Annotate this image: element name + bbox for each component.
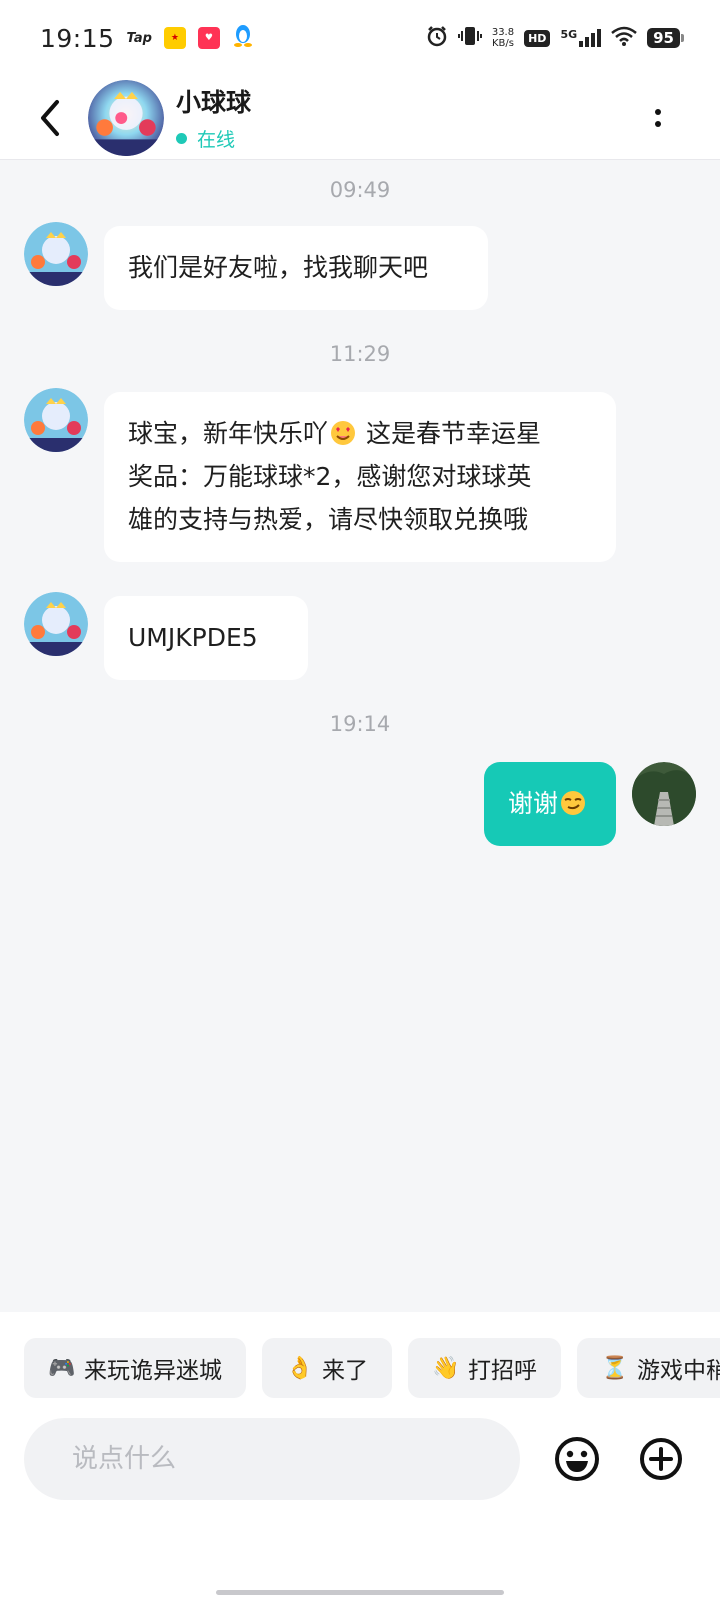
- app-notification-icon: ★: [163, 27, 186, 49]
- smiley-face-icon: [555, 1437, 599, 1481]
- more-options-button[interactable]: [636, 96, 680, 140]
- quick-reply-label: 来了: [322, 1358, 368, 1384]
- my-message-avatar[interactable]: [632, 762, 696, 826]
- cellular-signal: 5G: [560, 28, 602, 47]
- contact-info: 小球球 在线: [176, 83, 251, 152]
- message-bubble-received[interactable]: 我们是好友啦，找我聊天吧: [104, 226, 488, 310]
- gamepad-icon: 🎮: [48, 1355, 76, 1381]
- quick-reply-list[interactable]: 🎮 来玩诡异迷城 👌 来了 👋 打招呼 ⏳ 游戏中稍: [24, 1338, 720, 1398]
- ok-hand-icon: 👌: [286, 1355, 314, 1381]
- back-button[interactable]: [20, 88, 80, 148]
- more-dot-icon: [655, 121, 661, 127]
- chat-header: 小球球 在线: [0, 76, 720, 160]
- battery-indicator: 95: [647, 28, 684, 48]
- signal-bars-icon: [579, 29, 602, 47]
- quick-reply-chip[interactable]: ⏳ 游戏中稍: [577, 1338, 720, 1398]
- status-left: 19:15 Tap ★ ♥: [40, 24, 254, 53]
- message-text: 球宝，新年快乐吖: [128, 419, 329, 448]
- qq-penguin-icon: [232, 24, 254, 52]
- quick-reply-chip[interactable]: 👌 来了: [262, 1338, 392, 1398]
- message-timestamp: 09:49: [329, 178, 391, 202]
- alarm-icon: [426, 25, 448, 51]
- contact-name: 小球球: [176, 88, 252, 117]
- heart-eyes-emoji-icon: [330, 416, 356, 445]
- network-speed-value: 33.8: [491, 27, 515, 38]
- message-list[interactable]: 09:49 我们是好友啦，找我聊天吧 11:29 球宝，新年快乐吖 这是春节幸运…: [0, 160, 720, 1312]
- message-line: 球宝，新年快乐吖 这是春节幸运星: [128, 412, 592, 455]
- composer-panel: 🎮 来玩诡异迷城 👌 来了 👋 打招呼 ⏳ 游戏中稍: [0, 1312, 720, 1600]
- quick-reply-label: 游戏中稍: [637, 1358, 720, 1384]
- quick-reply-label: 打招呼: [468, 1358, 537, 1384]
- online-status-text: 在线: [197, 129, 236, 151]
- contact-message-avatar[interactable]: [24, 222, 88, 286]
- message-timestamp: 11:29: [329, 342, 391, 366]
- taptap-notification-icon: Tap: [126, 30, 152, 46]
- network-speed: 33.8 KB/s: [492, 27, 514, 49]
- message-text: 谢谢: [508, 789, 559, 818]
- app-notification-icon: ♥: [197, 27, 220, 49]
- network-speed-unit: KB/s: [491, 38, 514, 49]
- smug-face-emoji-icon: [560, 786, 586, 815]
- quick-reply-chip[interactable]: 👋 打招呼: [408, 1338, 561, 1398]
- more-dot-icon: [655, 109, 661, 115]
- message-input[interactable]: [24, 1418, 520, 1500]
- quick-reply-label: 来玩诡异迷城: [84, 1358, 222, 1384]
- message-bubble-received[interactable]: 球宝，新年快乐吖 这是春节幸运星 奖品：万能球球*2，感谢您对球球英 雄的支持与…: [104, 392, 616, 562]
- message-bubble-received[interactable]: UMJKPDE5: [104, 596, 308, 680]
- more-actions-button[interactable]: [638, 1436, 684, 1482]
- hd-badge: HD: [524, 29, 551, 47]
- quick-reply-chip[interactable]: 🎮 来玩诡异迷城: [24, 1338, 246, 1398]
- contact-avatar[interactable]: [88, 79, 164, 156]
- emoji-button[interactable]: [554, 1436, 600, 1482]
- network-type: 5G: [560, 28, 578, 41]
- online-dot-icon: [176, 133, 187, 144]
- status-bar: 19:15 Tap ★ ♥ 33.8 KB/s HD 5G 95: [0, 0, 720, 76]
- chevron-left-icon: [41, 99, 59, 136]
- input-row: [24, 1418, 696, 1500]
- contact-message-avatar[interactable]: [24, 388, 88, 452]
- message-text: 这是春节幸运星: [358, 419, 541, 448]
- message-line: 奖品：万能球球*2，感谢您对球球英: [128, 462, 532, 491]
- contact-message-avatar[interactable]: [24, 592, 88, 656]
- waving-hand-icon: 👋: [432, 1355, 460, 1381]
- message-line: 雄的支持与热爱，请尽快领取兑换哦: [128, 505, 529, 534]
- status-right: 33.8 KB/s HD 5G 95: [426, 25, 684, 51]
- plus-circle-icon: [640, 1438, 682, 1480]
- hourglass-icon: ⏳: [601, 1355, 629, 1381]
- home-indicator[interactable]: [216, 1590, 504, 1595]
- status-time: 19:15: [40, 23, 115, 53]
- message-bubble-sent[interactable]: 谢谢: [484, 762, 616, 846]
- online-status: 在线: [176, 125, 251, 152]
- message-timestamp: 19:14: [329, 712, 391, 736]
- wifi-icon: [611, 26, 637, 50]
- vibrate-icon: [457, 25, 482, 51]
